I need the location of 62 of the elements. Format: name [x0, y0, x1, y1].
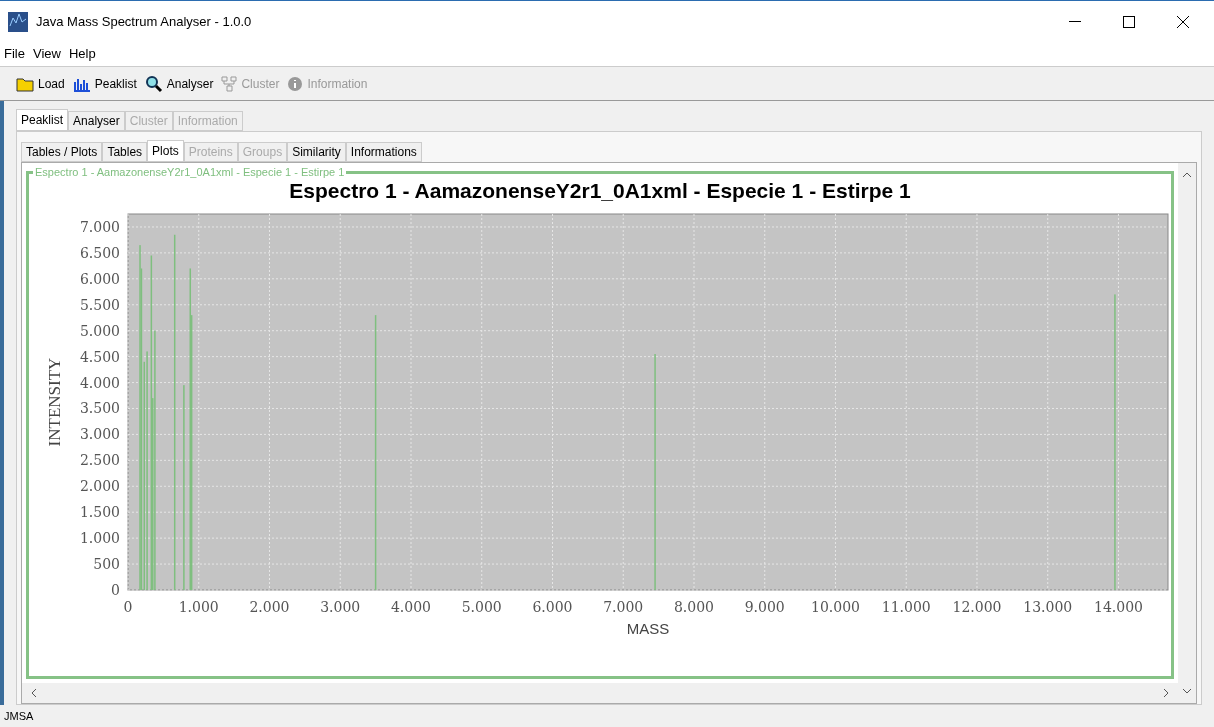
y-tick-label: 3.500 — [79, 400, 120, 417]
toolbar-button[interactable]: Peaklist — [72, 74, 137, 93]
close-icon — [1177, 15, 1189, 28]
y-tick-label: 5.000 — [79, 322, 120, 339]
chevron-down-icon[interactable] — [1182, 687, 1192, 695]
y-tick-label: 7.000 — [79, 219, 120, 236]
x-tick-label: 0 — [123, 599, 133, 616]
menu-item[interactable]: View — [32, 44, 61, 64]
y-tick-label: 5.500 — [79, 297, 120, 313]
y-tick-label: 6.500 — [79, 245, 120, 262]
y-tick-label: 4.500 — [79, 348, 120, 365]
app-icon — [8, 11, 28, 32]
folder-icon — [16, 75, 34, 92]
toolbar-button[interactable]: Load — [16, 74, 65, 93]
x-tick-label: 3.000 — [320, 599, 361, 616]
x-tick-label: 6.000 — [532, 599, 573, 616]
tab[interactable]: Informations — [345, 142, 422, 162]
y-tick-label: 1.000 — [79, 530, 120, 547]
x-tick-label: 2.000 — [249, 599, 290, 616]
x-axis-label: MASS — [626, 620, 670, 637]
x-tick-label: 11.000 — [881, 599, 931, 616]
tab[interactable]: Peaklist — [16, 109, 69, 131]
chevron-up-icon[interactable] — [1182, 171, 1192, 179]
x-tick-label: 12.000 — [952, 599, 1002, 616]
vertical-scrollbar[interactable] — [1178, 163, 1196, 703]
y-tick-label: 3.000 — [79, 426, 120, 443]
y-axis-label: INTENSITY — [45, 357, 64, 447]
chevron-right-icon[interactable] — [1162, 688, 1170, 698]
y-tick-label: 6.000 — [79, 271, 120, 288]
horizontal-scrollbar[interactable] — [22, 683, 1178, 703]
tab[interactable]: Analyser — [68, 111, 125, 131]
tab[interactable]: Tables / Plots — [21, 142, 103, 162]
x-tick-label: 14.000 — [1094, 599, 1143, 616]
x-tick-label: 5.000 — [461, 599, 502, 616]
info-icon — [287, 75, 304, 92]
x-tick-label: 1.000 — [178, 599, 219, 616]
x-tick-label: 7.000 — [603, 599, 644, 616]
maximize-icon — [1123, 15, 1135, 28]
chart-title: Espectro 1 - AamazonenseY2r1_0A1xml - Especie 1 - Estirpe 1 — [289, 178, 911, 204]
tab[interactable]: Tables — [102, 142, 148, 162]
x-tick-label: 4.000 — [390, 599, 432, 616]
window-title: Java Mass Spectrum Analyser - 1.0.0 — [36, 12, 252, 31]
x-tick-label: 10.000 — [811, 599, 860, 616]
y-tick-label: 2.000 — [79, 478, 120, 495]
x-tick-label: 8.000 — [673, 599, 715, 616]
tab[interactable]: Plots — [147, 140, 184, 162]
y-tick-label: 4.000 — [79, 374, 120, 391]
search-icon — [144, 74, 163, 93]
y-tick-label: 0 — [111, 582, 120, 599]
menu-item[interactable]: File — [4, 44, 25, 64]
x-tick-label: 9.000 — [744, 599, 785, 616]
hierarchy-icon — [221, 75, 238, 92]
minimize-icon — [1069, 21, 1081, 22]
tab[interactable]: Similarity — [287, 142, 346, 162]
y-tick-label: 500 — [93, 556, 120, 573]
toolbar-button[interactable]: Analyser — [144, 74, 214, 93]
status-text: JMSA — [4, 708, 34, 724]
y-tick-label: 1.500 — [79, 504, 120, 521]
menu-item[interactable]: Help — [68, 44, 96, 64]
y-tick-label: 2.500 — [79, 452, 120, 469]
chevron-left-icon[interactable] — [30, 688, 38, 698]
x-tick-label: 13.000 — [1023, 599, 1073, 616]
